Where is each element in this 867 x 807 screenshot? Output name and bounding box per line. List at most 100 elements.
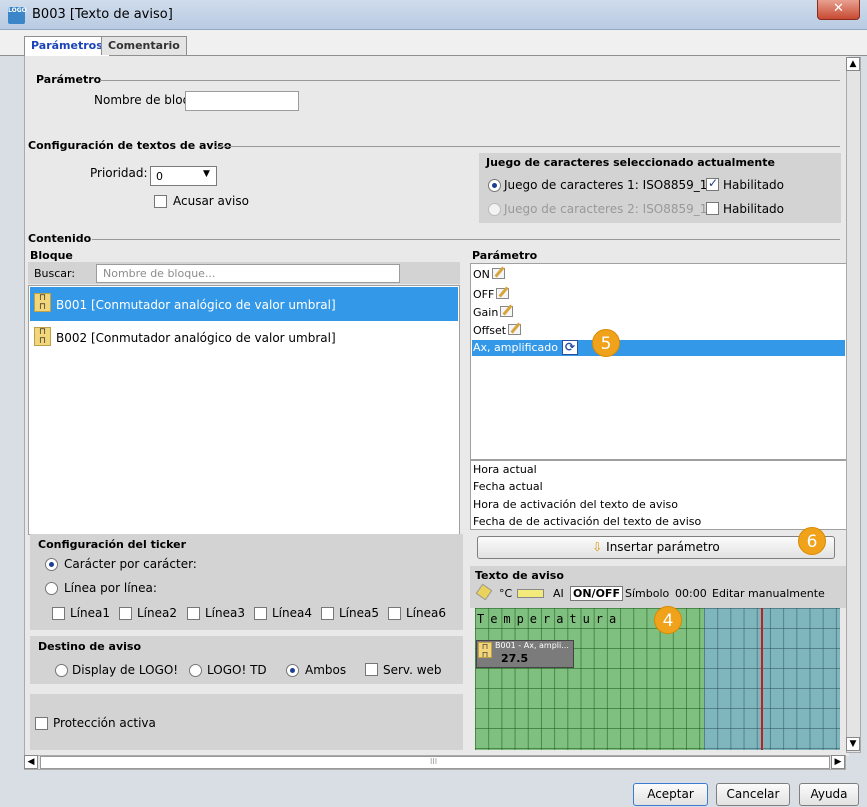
linea4-checkbox[interactable] (254, 607, 267, 620)
linea-radio[interactable] (45, 582, 58, 595)
display-char: T (477, 612, 485, 626)
destino-td-label: LOGO! TD (207, 663, 267, 677)
close-button[interactable]: ✕ (817, 0, 860, 20)
unit-button[interactable]: °C (499, 587, 512, 600)
config-textos-title: Configuración de textos de aviso (28, 139, 232, 152)
display-char: e (529, 612, 538, 626)
parametro-list-title: Parámetro (472, 249, 538, 262)
param-item-on[interactable]: ON (473, 268, 505, 281)
ai-button[interactable]: AI (553, 587, 564, 600)
prioridad-value: 0 (156, 170, 163, 183)
linea6-checkbox[interactable] (388, 607, 401, 620)
callout-badge-5: 5 (592, 329, 620, 357)
linea3-checkbox[interactable] (187, 607, 200, 620)
destino-display-label: Display de LOGO! (72, 663, 179, 677)
display-boundary-line (761, 608, 763, 750)
scroll-down-button[interactable]: ▼ (846, 737, 860, 751)
habilitado1-label: Habilitado (723, 178, 785, 192)
display-area-offscreen (704, 608, 840, 750)
display-char: e (490, 612, 498, 626)
proteccion-checkbox[interactable] (35, 717, 48, 730)
divider (92, 239, 840, 240)
callout-badge-6: 6 (798, 527, 826, 555)
linea1-checkbox[interactable] (52, 607, 65, 620)
destino-display-radio[interactable] (55, 664, 68, 677)
buscar-input[interactable]: Nombre de bloque... (96, 264, 400, 283)
ayuda-button[interactable]: Ayuda (799, 783, 859, 806)
linea5-label: Línea5 (339, 606, 379, 620)
display-char: a (609, 612, 617, 626)
display-char: m (503, 612, 511, 626)
proteccion-label: Protección activa (53, 716, 156, 730)
block-ref-value: 27.5 (501, 652, 529, 665)
parametro-group-title: Parámetro (36, 73, 102, 86)
edit-icon (496, 288, 510, 299)
caracter-radio[interactable] (45, 558, 58, 571)
destino-td-radio[interactable] (189, 664, 202, 677)
juego2-radio[interactable] (488, 203, 501, 216)
block-ref-label: B001 - Ax, ampli... (495, 641, 569, 650)
special-item-fecha-activacion[interactable]: Fecha de de activación del texto de avis… (473, 515, 701, 528)
editar-manualmente-button[interactable]: Editar manualmente (712, 587, 825, 600)
linea5-checkbox[interactable] (321, 607, 334, 620)
scroll-grip: III (430, 757, 438, 766)
param-item-gain[interactable]: Gain (473, 306, 514, 319)
aceptar-button[interactable]: Aceptar (633, 783, 708, 806)
time-button[interactable]: 00:00 (675, 587, 707, 600)
serv-web-checkbox[interactable] (365, 663, 378, 676)
simbolo-button[interactable]: Símbolo (625, 587, 669, 600)
juego1-radio[interactable] (488, 179, 501, 192)
buscar-placeholder: Nombre de bloque... (103, 267, 216, 280)
scroll-left-button[interactable]: ◀ (24, 755, 38, 769)
special-item-hora[interactable]: Hora actual (473, 463, 537, 476)
arrow-down-icon: ⇩ (592, 540, 603, 554)
cancelar-button[interactable]: Cancelar (716, 783, 790, 806)
divider (214, 146, 840, 147)
scroll-up-button[interactable]: ▲ (846, 57, 860, 71)
param-list (470, 263, 847, 460)
block-item-b002[interactable]: B002 [Conmutador analógico de valor umbr… (56, 331, 336, 345)
chevron-down-icon: ▼ (203, 169, 210, 179)
nombre-bloque-input[interactable] (185, 91, 299, 111)
destino-ambos-label: Ambos (305, 663, 347, 677)
app-logo-icon: LOGO (8, 7, 27, 24)
habilitado1-checkbox[interactable] (706, 176, 719, 191)
special-item-fecha[interactable]: Fecha actual (473, 480, 543, 493)
linea-label: Línea por línea: (64, 581, 157, 595)
destino-ambos-radio[interactable] (286, 664, 299, 677)
param-item-off[interactable]: OFF (473, 288, 510, 301)
acusar-aviso-checkbox[interactable] (154, 195, 167, 208)
edit-icon (491, 268, 505, 279)
scroll-right-button[interactable]: ▶ (831, 755, 845, 769)
block-list (28, 285, 460, 535)
juego-caracteres-title: Juego de caracteres seleccionado actualm… (486, 156, 775, 169)
prioridad-select[interactable]: 0 ▼ (150, 166, 217, 186)
texto-aviso-title: Texto de aviso (475, 569, 564, 582)
tab-parametros[interactable]: Parámetros (24, 36, 110, 56)
edit-icon (508, 324, 522, 335)
param-item-offset[interactable]: Offset (473, 324, 522, 337)
bar-graph-icon[interactable] (517, 589, 544, 598)
ticker-title: Configuración del ticker (38, 538, 187, 551)
callout-badge-4: 4 (654, 606, 682, 634)
display-char: r (543, 612, 551, 626)
habilitado2-label: Habilitado (723, 202, 785, 216)
vertical-scrollbar[interactable] (846, 57, 861, 753)
linea2-checkbox[interactable] (119, 607, 132, 620)
display-char: u (582, 612, 590, 626)
habilitado2-checkbox[interactable] (706, 202, 719, 215)
buscar-label: Buscar: (34, 267, 76, 280)
prioridad-label: Prioridad: (90, 166, 148, 180)
param-item-ax-label: Ax, amplificado (473, 341, 559, 354)
special-item-hora-activacion[interactable]: Hora de activación del texto de aviso (473, 498, 678, 511)
window-title: B003 [Texto de aviso] (32, 7, 173, 22)
insertar-parametro-button[interactable]: ⇩ Insertar parámetro (477, 536, 835, 559)
linea1-label: Línea1 (70, 606, 110, 620)
tab-comentario[interactable]: Comentario (101, 36, 187, 55)
contenido-title: Contenido (28, 232, 92, 245)
linea6-label: Línea6 (406, 606, 446, 620)
serv-web-label: Serv. web (383, 663, 442, 677)
destino-title: Destino de aviso (38, 640, 142, 653)
caracter-label: Carácter por carácter: (64, 557, 197, 571)
onoff-button[interactable]: ON/OFF (570, 586, 623, 601)
